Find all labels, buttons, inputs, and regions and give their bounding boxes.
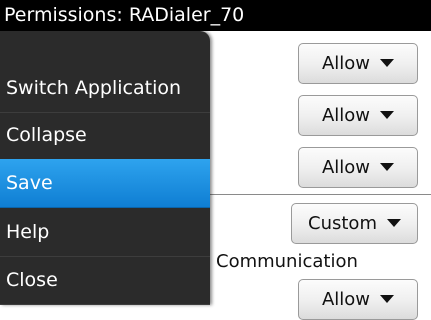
dropdown-value: Allow [321, 289, 371, 310]
context-menu: Switch Application Collapse Save Help Cl… [0, 31, 210, 305]
dropdown-value: Allow [321, 157, 371, 178]
caret-down-icon [380, 162, 395, 171]
menu-item-switch-application[interactable]: Switch Application [0, 64, 210, 113]
menu-item-save[interactable]: Save [0, 159, 210, 208]
permission-dropdown-3[interactable]: Allow [298, 147, 418, 188]
menu-item-close[interactable]: Close [0, 256, 210, 305]
dropdown-value: Allow [321, 105, 371, 126]
window-title: Permissions: RADialer_70 [0, 0, 431, 31]
dropdown-value: Custom [308, 213, 377, 234]
section-label-communication: Communication [216, 251, 358, 272]
caret-down-icon [380, 58, 395, 67]
caret-down-icon [386, 218, 401, 227]
menu-item-help[interactable]: Help [0, 208, 210, 257]
caret-down-icon [380, 294, 395, 303]
permission-dropdown-2[interactable]: Allow [298, 95, 418, 136]
permission-dropdown-5[interactable]: Allow [298, 279, 418, 320]
caret-down-icon [380, 110, 395, 119]
permission-dropdown-4[interactable]: Custom [291, 203, 418, 244]
section-divider [210, 194, 431, 195]
permission-dropdown-1[interactable]: Allow [298, 43, 418, 84]
dropdown-value: Allow [321, 53, 371, 74]
menu-item-collapse[interactable]: Collapse [0, 111, 210, 160]
